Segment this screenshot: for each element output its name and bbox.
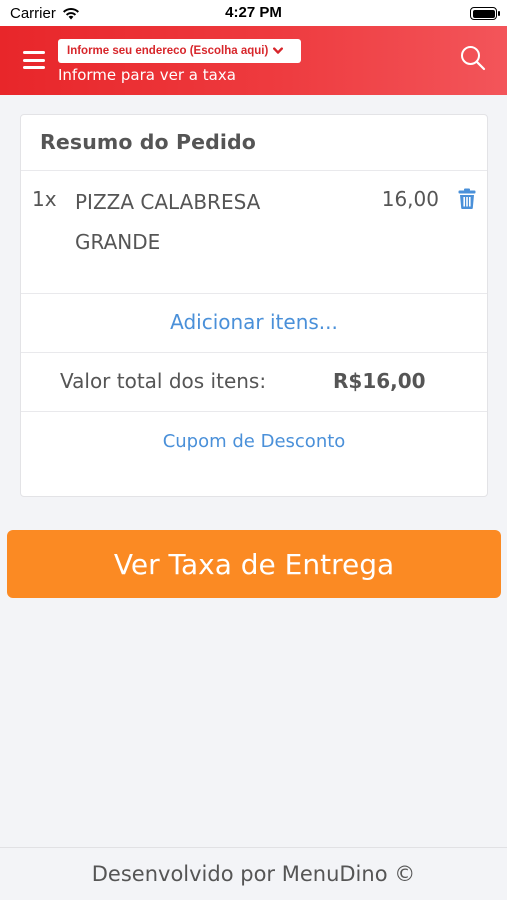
- status-bar: Carrier 4:27 PM: [0, 0, 507, 26]
- trash-icon[interactable]: [458, 188, 476, 209]
- divider: [21, 293, 487, 294]
- address-select-label: Informe seu endereco (Escolha aqui): [67, 45, 269, 57]
- address-select[interactable]: Informe seu endereco (Escolha aqui): [58, 39, 301, 63]
- total-label: Valor total dos itens:: [60, 369, 267, 393]
- order-summary-card: Resumo do Pedido 1x PIZZA CALABRESA GRAN…: [20, 114, 488, 497]
- divider: [21, 352, 487, 353]
- item-name: PIZZA CALABRESA GRANDE: [75, 190, 261, 254]
- item-price: 16,00: [381, 187, 439, 211]
- footer: Desenvolvido por MenuDino ©: [0, 847, 507, 900]
- status-time: 4:27 PM: [225, 4, 282, 21]
- divider: [21, 411, 487, 412]
- app-header: Informe seu endereco (Escolha aqui) Info…: [0, 26, 507, 95]
- add-items-link[interactable]: Adicionar itens...: [21, 310, 487, 334]
- header-subtitle: Informe para ver a taxa: [58, 66, 236, 84]
- battery-icon: [470, 7, 500, 20]
- order-summary-title: Resumo do Pedido: [40, 130, 256, 154]
- delivery-fee-button[interactable]: Ver Taxa de Entrega: [7, 530, 501, 598]
- chevron-down-icon: [273, 47, 284, 54]
- menu-icon[interactable]: [23, 51, 45, 69]
- total-value: R$16,00: [333, 369, 426, 393]
- search-icon[interactable]: [459, 44, 487, 72]
- coupon-link[interactable]: Cupom de Desconto: [21, 431, 487, 452]
- divider: [21, 170, 487, 171]
- item-quantity: 1x: [32, 187, 57, 211]
